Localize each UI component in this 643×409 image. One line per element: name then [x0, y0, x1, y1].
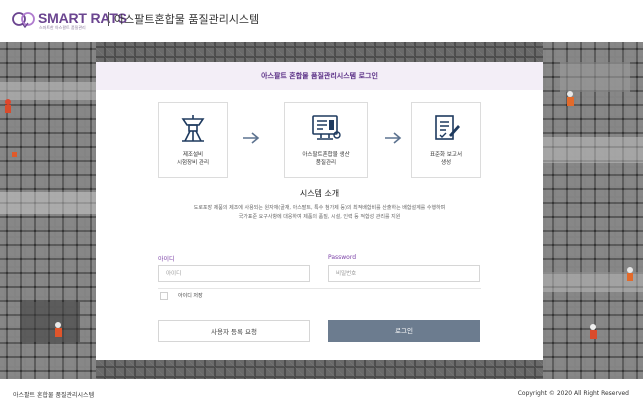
- step-label-line1: 아스팔트혼합물 생산: [302, 152, 350, 158]
- step-plant-equipment: 제조설비 시험장비 관리: [158, 102, 228, 178]
- header: SMART RATS 스마트한 아스팔트 품질관리 아스팔트혼합물 품질관리시스…: [0, 0, 643, 38]
- logo-subtitle: 스마트한 아스팔트 품질관리: [39, 25, 86, 30]
- step-production-quality: 아스팔트혼합물 생산 품질관리: [284, 102, 368, 178]
- step-standard-report: 표준화 보고서 생성: [411, 102, 481, 178]
- login-card: 아스팔트 혼합물 품질관리시스템 로그인 제조설비 시험장비 관리 아스팔트혼합…: [96, 62, 543, 360]
- divider: [158, 288, 481, 289]
- intro-text-line2: 국가표준 요구사항에 대응하여 제품의 품질, 시설, 인력 등 적합성 관리를…: [238, 214, 401, 220]
- password-label: Password: [328, 254, 357, 261]
- system-title: 아스팔트혼합물 품질관리시스템: [114, 13, 260, 26]
- remember-id-checkbox[interactable]: [160, 292, 168, 300]
- plant-equipment-icon: [181, 115, 205, 142]
- report-document-icon: [435, 115, 460, 140]
- card-title: 아스팔트 혼합물 품질관리시스템 로그인: [261, 72, 378, 80]
- id-label: 아이디: [158, 256, 175, 263]
- header-divider: [108, 12, 109, 26]
- step-label-line2: 생성: [440, 160, 452, 166]
- password-input[interactable]: [328, 265, 480, 282]
- remember-id-label[interactable]: 아이디 저장: [178, 292, 203, 299]
- footer-system-name: 아스팔트 혼합물 품질관리시스템: [13, 392, 95, 399]
- production-monitor-icon: [312, 115, 341, 140]
- intro-title: 시스템 소개: [299, 189, 340, 198]
- intro-text-line1: 도로포장 제품의 제조에 사용되는 원자재(골재, 아스팔트, 특수 첨가제 등…: [193, 205, 446, 211]
- arrow-right-icon: [385, 132, 402, 144]
- login-button[interactable]: 로그인: [328, 320, 480, 342]
- card-header: 아스팔트 혼합물 품질관리시스템 로그인: [96, 62, 543, 90]
- step-label-line1: 표준화 보고서: [429, 152, 463, 158]
- arrow-right-icon: [243, 132, 260, 144]
- logo-mark-icon: [12, 12, 35, 28]
- step-label-line2: 품질관리: [315, 160, 337, 166]
- step-label-line1: 제조설비: [182, 152, 204, 158]
- register-request-button[interactable]: 사용자 등록 요청: [158, 320, 310, 342]
- step-label-line2: 시험장비 관리: [176, 160, 210, 166]
- footer-copyright: Copyright © 2020 All Right Reserved: [517, 390, 629, 397]
- id-input[interactable]: [158, 265, 310, 282]
